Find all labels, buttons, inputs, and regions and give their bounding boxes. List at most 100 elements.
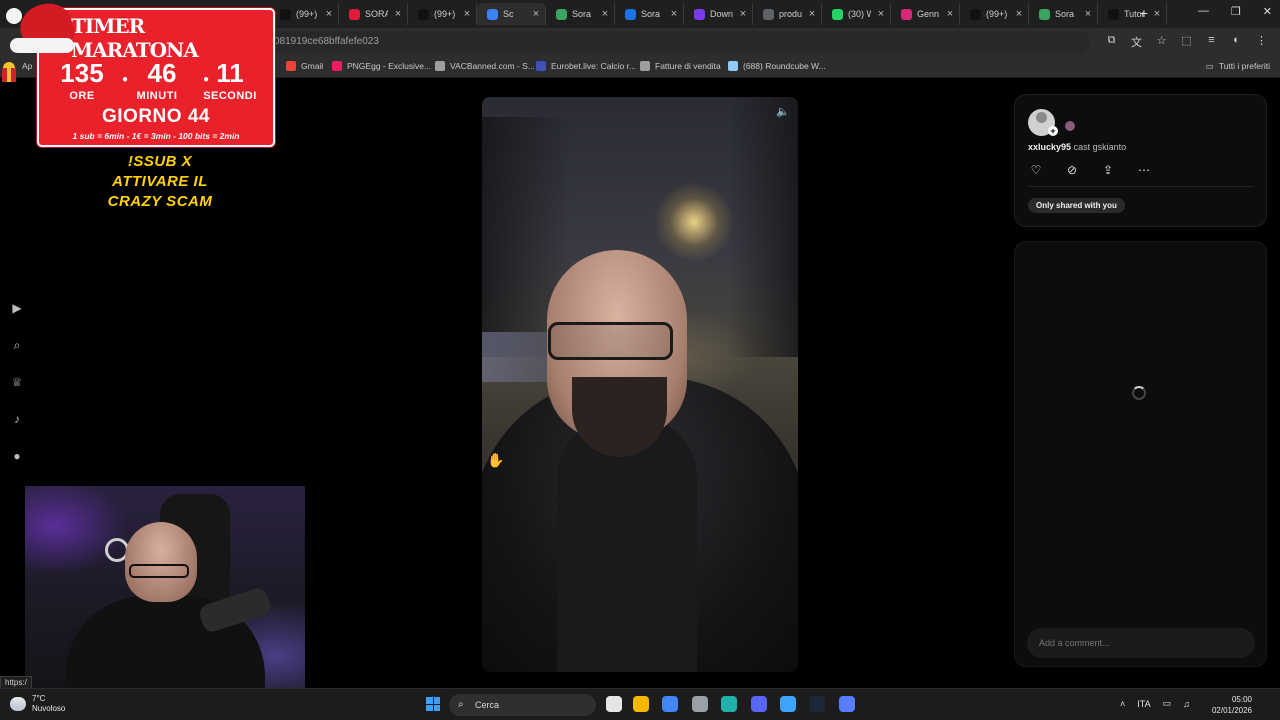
browser-tab[interactable]: Tutor ×	[1098, 3, 1167, 25]
tab-close-icon[interactable]: ×	[1083, 8, 1093, 20]
bookmark-item[interactable]: Eurobet.live: Calcio r...	[536, 61, 636, 71]
browser-tab[interactable]: Sora ×	[546, 3, 615, 25]
tab-close-icon[interactable]: ×	[393, 8, 403, 20]
timer-seconds-label: SECONDI	[203, 90, 257, 102]
system-clock[interactable]: 05:00 02/01/2026	[1212, 694, 1252, 716]
bookmark-label: VACBanned.com - S...	[450, 61, 535, 71]
cameo-avatar[interactable]	[1065, 121, 1075, 131]
streamer-head	[125, 522, 197, 602]
loading-spinner-icon	[1132, 386, 1146, 400]
sidebar-item-profile[interactable]: ●	[8, 447, 26, 465]
cloud-icon	[10, 697, 26, 711]
taskbar-app-icon[interactable]	[751, 696, 767, 712]
avatar-silhouette-icon	[1036, 112, 1047, 123]
tab-close-icon[interactable]: ×	[876, 8, 886, 20]
comment-input[interactable]	[1027, 628, 1255, 658]
menu-icon[interactable]: ⋮	[1255, 34, 1268, 48]
sub-promo-text: !SSUB X ATTIVARE IL CRAZY SCAM	[60, 152, 260, 212]
tab-favicon-icon	[1039, 8, 1050, 20]
bookmark-item[interactable]: VACBanned.com - S...	[435, 61, 535, 71]
close-icon[interactable]: ✕	[1263, 5, 1272, 18]
tab-label: Sora	[572, 9, 592, 19]
author-name[interactable]: xxlucky95	[1028, 142, 1071, 152]
tab-close-icon[interactable]: ×	[462, 8, 472, 20]
video-frame-graffiti-wall	[482, 332, 552, 382]
tab-close-icon[interactable]: ×	[807, 8, 817, 20]
profile-icon[interactable]: ◐	[1230, 34, 1243, 48]
all-bookmarks-button[interactable]: ▭ Tutti i preferiti	[1206, 61, 1270, 72]
sidebar-item-trophy[interactable]: ♕	[8, 373, 26, 391]
browser-tab[interactable]: Sora ×	[615, 3, 684, 25]
bookmark-item[interactable]: Gmail	[286, 61, 323, 71]
video-frame-trees-right	[728, 97, 798, 357]
tab-close-icon[interactable]: ×	[945, 8, 955, 20]
install-app-icon[interactable]: ⧉	[1105, 34, 1118, 48]
address-bar[interactable]: 081919ce68bffafefe023	[150, 31, 1090, 53]
chevron-up-icon[interactable]: ˄	[1120, 699, 1125, 709]
browser-tab[interactable]: SORA ×	[339, 3, 408, 25]
browser-tab[interactable]: Down ×	[684, 3, 753, 25]
restore-icon[interactable]: ❐	[1231, 5, 1241, 18]
taskbar-app-icon[interactable]	[633, 696, 649, 712]
sidebar-item-notifications[interactable]: ♪	[8, 410, 26, 428]
taskbar-app-icon[interactable]	[809, 696, 825, 712]
visibility-badge: Only shared with you	[1028, 198, 1125, 213]
bookmark-item[interactable]: (688) Roundcube W...	[728, 61, 826, 71]
tab-close-icon[interactable]: ×	[1014, 8, 1024, 20]
browser-tab[interactable]: produ ×	[753, 3, 822, 25]
tab-close-icon[interactable]: ×	[1152, 8, 1162, 20]
tab-close-icon[interactable]: ×	[531, 8, 541, 20]
remix-icon[interactable]: ⊘	[1064, 163, 1080, 177]
bookmark-item[interactable]: PNGEgg - Exclusive...	[332, 61, 431, 71]
tab-close-icon[interactable]: ×	[324, 8, 334, 20]
volume-icon[interactable]: 🔈	[774, 103, 792, 121]
tab-close-icon[interactable]: ×	[738, 8, 748, 20]
tab-label: (99+)	[296, 9, 318, 19]
follow-plus-icon[interactable]: +	[1048, 126, 1058, 136]
timer-title: TIMER MARATONA	[71, 14, 199, 62]
taskbar-app-icon[interactable]	[606, 696, 622, 712]
new-tab-button[interactable]: +	[1136, 5, 1152, 21]
browser-tab[interactable]: (99+) ×	[408, 3, 477, 25]
browser-tab[interactable]: (30) W ×	[822, 3, 891, 25]
sidebar-item-search[interactable]: ⌕	[8, 336, 26, 354]
browser-tab[interactable]: Genn ×	[891, 3, 960, 25]
bookmark-star-icon[interactable]: ☆	[1155, 34, 1168, 48]
tab-close-icon[interactable]: ×	[669, 8, 679, 20]
browser-tab[interactable]: (99+) ×	[960, 3, 1029, 25]
taskbar-app-icon[interactable]	[780, 696, 796, 712]
browser-tab[interactable]: (99+) ×	[270, 3, 339, 25]
share-icon[interactable]: ⇪	[1100, 163, 1116, 177]
minimize-icon[interactable]: —	[1198, 5, 1209, 18]
video-player[interactable]: 🔈	[482, 97, 798, 672]
media-control-icon[interactable]: ≡	[1205, 34, 1218, 48]
taskbar-app-icon[interactable]	[839, 696, 855, 712]
taskbar-app-icon[interactable]	[662, 696, 678, 712]
bookmark-apps[interactable]: Ap	[22, 61, 32, 71]
language-indicator[interactable]: ITA	[1137, 699, 1150, 709]
weather-widget[interactable]: 7°C Nuvoloso	[10, 694, 65, 714]
bookmark-favicon-icon	[332, 61, 342, 71]
more-options-icon[interactable]: ⋯	[1136, 163, 1152, 177]
bookmark-label: PNGEgg - Exclusive...	[347, 61, 432, 71]
comments-panel	[1014, 241, 1267, 667]
santa-hat-icon	[6, 0, 78, 60]
browser-tab[interactable]: Sora ×	[1029, 3, 1098, 25]
speaker-icon[interactable]: ♫	[1183, 699, 1190, 709]
tab-list: (99+) × SORA × (99+) × Sc × Sora × Sora × Down × produ…	[270, 3, 1167, 25]
network-icon[interactable]: ▭	[1163, 698, 1172, 709]
sidebar-item-explore[interactable]: ▶	[8, 299, 26, 317]
bookmark-item[interactable]: Fatture di vendita	[640, 61, 721, 71]
like-heart-icon[interactable]: ♡	[1028, 163, 1044, 177]
tab-close-icon[interactable]: ×	[600, 8, 610, 20]
bookmark-favicon-icon	[286, 61, 296, 71]
taskbar-search[interactable]: ⌕ Cerca	[449, 694, 596, 716]
browser-tab[interactable]: Sc ×	[477, 3, 546, 25]
taskbar-app-icon[interactable]	[692, 696, 708, 712]
translate-icon[interactable]: 文	[1130, 34, 1143, 49]
windows-start-icon[interactable]	[426, 697, 440, 711]
tab-label: Down	[710, 9, 733, 19]
extensions-icon[interactable]: ⬚	[1180, 34, 1193, 48]
taskbar-app-icon[interactable]	[721, 696, 737, 712]
toolbar-actions: ⧉ 文 ☆ ⬚ ≡ ◐ ⋮	[1105, 34, 1268, 49]
